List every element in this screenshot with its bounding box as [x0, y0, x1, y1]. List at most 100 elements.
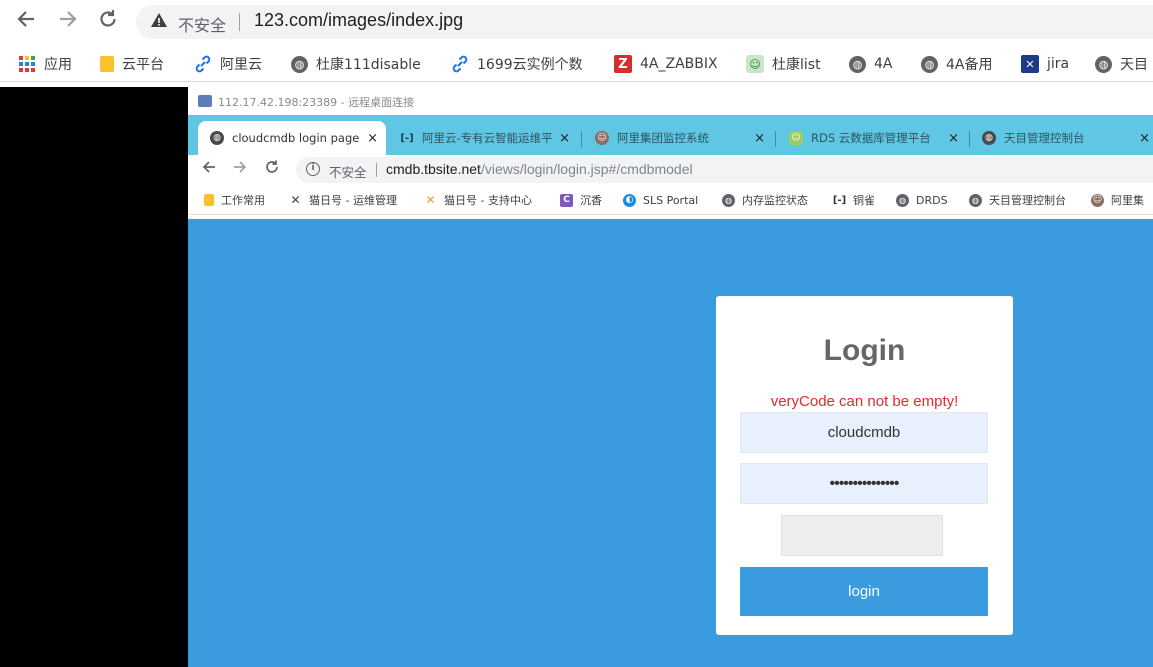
- c-icon: C: [560, 193, 573, 207]
- bookmark-drds[interactable]: ◍ DRDS: [896, 192, 948, 208]
- bookmark-label: 工作常用: [221, 194, 265, 207]
- bookmark-4a-zabbix[interactable]: Z 4A_ZABBIX: [614, 53, 718, 75]
- folder-icon: [100, 56, 114, 72]
- back-icon[interactable]: [199, 159, 219, 179]
- url-text[interactable]: 123.com/images/index.jpg: [254, 10, 463, 31]
- face-icon: ☺: [595, 131, 609, 145]
- globe-icon: ◍: [1095, 55, 1112, 73]
- close-icon[interactable]: ×: [754, 131, 765, 146]
- bookmark-4a[interactable]: ◍ 4A: [849, 53, 892, 75]
- link-icon: [451, 55, 469, 73]
- bookmark-tongque[interactable]: [-] 铜雀: [833, 192, 875, 208]
- reload-icon[interactable]: [262, 159, 282, 179]
- jira-icon: ✕: [1021, 55, 1039, 73]
- login-card: Login veryCode can not be empty! cloudcm…: [716, 296, 1013, 635]
- info-icon: i: [306, 162, 320, 176]
- globe-icon: ◍: [849, 55, 866, 73]
- sls-icon: ◐: [623, 193, 636, 207]
- bookmark-label: 4A备用: [946, 57, 993, 73]
- login-button[interactable]: login: [740, 567, 988, 616]
- globe-icon: ◍: [896, 193, 909, 207]
- address-bar[interactable]: 不安全 123.com/images/index.jpg: [136, 5, 1153, 39]
- face-icon: ☺: [1091, 193, 1104, 207]
- bookmark-label: 杜康111disable: [316, 57, 421, 73]
- bookmark-label: 沉香: [580, 194, 602, 207]
- tool-icon: ✕: [290, 193, 301, 207]
- remote-desktop-title: 112.17.42.198:23389 - 远程桌面连接: [218, 96, 415, 109]
- bookmark-tianmu-console[interactable]: ◍ 天目管理控制台: [969, 192, 1066, 208]
- bookmarks-bar: 应用 云平台 阿里云 ◍ 杜康111disable 1699云实例个数 Z 4A…: [0, 44, 1153, 82]
- bookmark-apps[interactable]: 应用: [18, 53, 72, 75]
- bookmark-label: 4A_ZABBIX: [640, 56, 718, 72]
- face-icon: ☺: [746, 55, 764, 73]
- close-icon[interactable]: ×: [1139, 131, 1150, 146]
- insecure-label[interactable]: 不安全: [178, 12, 226, 36]
- login-page-background: Login veryCode can not be empty! cloudcm…: [188, 219, 1153, 667]
- bookmark-aliyun[interactable]: 阿里云: [194, 53, 262, 75]
- bookmark-support-center[interactable]: ✕ 猫日号 - 支持中心: [424, 192, 532, 208]
- close-icon[interactable]: ×: [948, 131, 959, 146]
- back-icon[interactable]: [12, 8, 40, 36]
- remote-desktop-title-bar: 112.17.42.198:23389 - 远程桌面连接: [188, 87, 1153, 115]
- globe-icon: ◍: [982, 131, 996, 145]
- tab-rds[interactable]: ☺ RDS 云数据库管理平台 ×: [777, 121, 967, 155]
- bookmark-sls-portal[interactable]: ◐ SLS Portal: [623, 192, 698, 208]
- forward-icon[interactable]: [230, 159, 250, 179]
- bookmark-label: jira: [1047, 56, 1070, 72]
- username-field[interactable]: cloudcmdb: [740, 412, 988, 453]
- globe-icon: ◍: [210, 131, 224, 145]
- zabbix-icon: Z: [614, 55, 632, 73]
- verification-code-field[interactable]: [781, 515, 943, 556]
- address-divider: [239, 13, 240, 31]
- bookmark-label: 阿里云: [220, 57, 262, 73]
- tool-icon: ✕: [425, 193, 436, 207]
- bookmark-label: 天目管理控制台: [989, 194, 1066, 207]
- tab-tianmu[interactable]: ◍ 天目管理控制台 ×: [970, 121, 1153, 155]
- bookmark-label: 应用: [44, 57, 72, 73]
- bookmark-label: 内存监控状态: [742, 194, 808, 207]
- tab-label: 阿里集团监控系统: [617, 131, 709, 145]
- forward-icon[interactable]: [54, 8, 82, 36]
- tab-cloudcmdb-login[interactable]: ◍ cloudcmdb login page ×: [198, 121, 386, 155]
- globe-icon: ◍: [291, 55, 308, 73]
- link-icon: [194, 55, 212, 73]
- bookmark-tianmu[interactable]: ◍ 天目: [1095, 53, 1148, 75]
- bookmark-work-common[interactable]: 工作常用: [204, 192, 265, 208]
- close-icon[interactable]: ×: [559, 131, 570, 146]
- bookmark-cloud-platform[interactable]: 云平台: [100, 53, 164, 75]
- black-side-panel: [0, 87, 188, 667]
- tab-aliyun-ops[interactable]: [-] 阿里云-专有云智能运维平 ×: [388, 121, 578, 155]
- close-icon[interactable]: ×: [367, 131, 378, 146]
- reload-icon[interactable]: [94, 8, 122, 36]
- tab-alibaba-monitor[interactable]: ☺ 阿里集团监控系统 ×: [583, 121, 773, 155]
- remote-desktop-window: 112.17.42.198:23389 - 远程桌面连接 ◍ cloudcmdb…: [188, 87, 1153, 667]
- bookmark-label: 杜康list: [772, 57, 821, 73]
- bookmark-alibaba[interactable]: ☺ 阿里集: [1091, 192, 1144, 208]
- bookmark-label: DRDS: [916, 193, 948, 207]
- aliyun-icon: [-]: [832, 194, 847, 206]
- inner-address-bar[interactable]: i 不安全 cmdb.tbsite.net/views/login/login.…: [296, 157, 1153, 183]
- remote-desktop-icon: [198, 95, 212, 107]
- inner-tab-strip: ◍ cloudcmdb login page × [-] 阿里云-专有云智能运维…: [188, 115, 1153, 155]
- bookmark-label: 阿里集: [1111, 194, 1144, 207]
- bookmark-4a-backup[interactable]: ◍ 4A备用: [921, 53, 992, 75]
- folder-icon: [204, 194, 214, 206]
- bookmark-1699[interactable]: 1699云实例个数: [451, 53, 583, 75]
- outer-browser-toolbar: 不安全 123.com/images/index.jpg: [0, 0, 1153, 44]
- face-icon: ☺: [789, 131, 803, 145]
- bookmark-memory-monitor[interactable]: ◍ 内存监控状态: [722, 192, 808, 208]
- insecure-label[interactable]: 不安全: [329, 162, 367, 181]
- url-text[interactable]: cmdb.tbsite.net/views/login/login.jsp#/c…: [386, 161, 693, 177]
- bookmark-ops-management[interactable]: ✕ 猫日号 - 运维管理: [289, 192, 397, 208]
- bookmark-dukang111[interactable]: ◍ 杜康111disable: [291, 53, 421, 75]
- tab-separator: [775, 131, 776, 147]
- bookmark-chenxiang[interactable]: C 沉香: [560, 192, 602, 208]
- apps-grid-icon: [18, 55, 36, 73]
- globe-icon: ◍: [722, 193, 735, 207]
- bookmark-label: SLS Portal: [643, 193, 699, 207]
- bookmark-label: 云平台: [122, 57, 164, 73]
- bookmark-dukang-list[interactable]: ☺ 杜康list: [746, 53, 821, 75]
- globe-icon: ◍: [921, 55, 938, 73]
- bookmark-jira[interactable]: ✕ jira: [1021, 53, 1069, 75]
- password-field[interactable]: •••••••••••••••: [740, 463, 988, 504]
